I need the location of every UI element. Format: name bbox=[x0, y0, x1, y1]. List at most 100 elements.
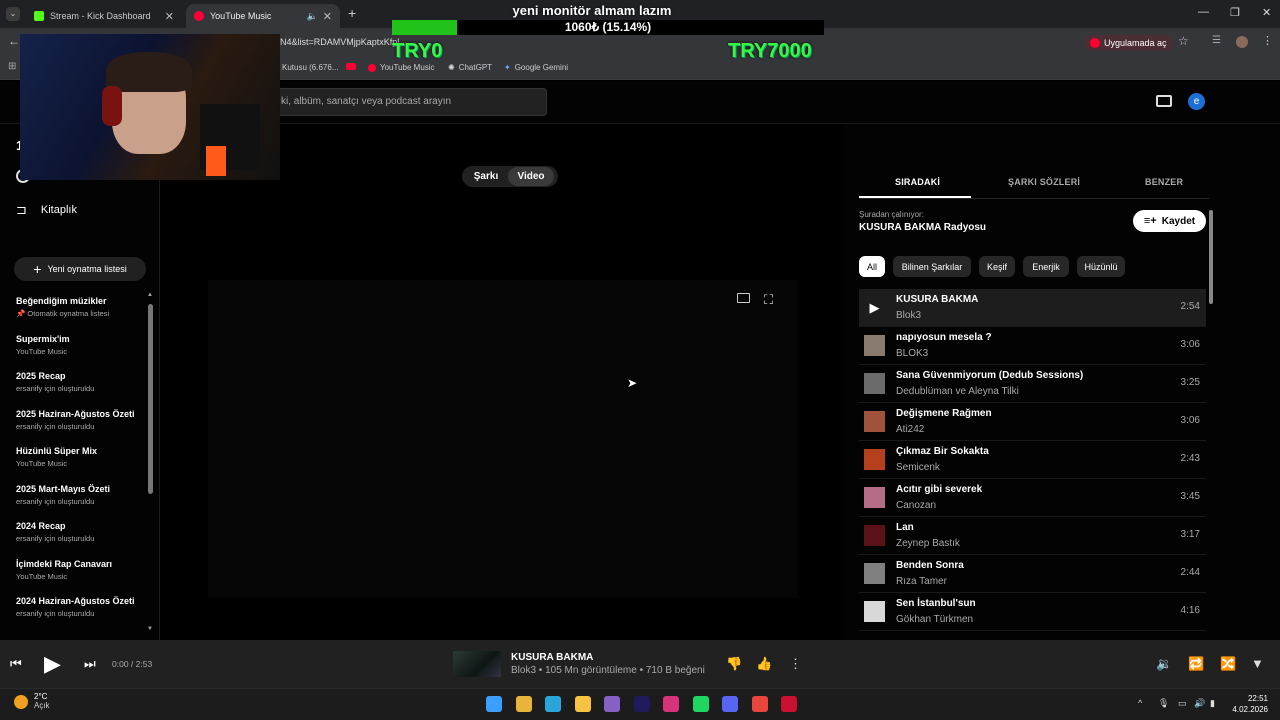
bookmark-star-icon[interactable]: ☆ bbox=[1178, 34, 1189, 48]
scroll-up-icon[interactable]: ▲ bbox=[147, 292, 153, 298]
sidebar-scrollbar[interactable] bbox=[148, 304, 153, 494]
playlist-item[interactable]: 2025 Haziran-Ağustos Özeti ersanify için … bbox=[16, 409, 146, 447]
playlist-item[interactable]: 2024 Recap ersanify için oluşturuldu bbox=[16, 521, 146, 559]
volume-icon[interactable]: 🔊 bbox=[1194, 698, 1205, 709]
tab-kick-dashboard[interactable]: Stream - Kick Dashboard ✕ bbox=[26, 4, 182, 28]
store-icon[interactable] bbox=[515, 696, 532, 712]
queue-item[interactable]: Benden Sonra Rıza Tamer 2:44 bbox=[859, 555, 1206, 593]
open-in-app-button[interactable]: Uygulamada aç bbox=[1084, 35, 1173, 51]
windows-start-icon[interactable] bbox=[486, 696, 502, 712]
after-effects-icon[interactable] bbox=[633, 696, 650, 712]
spotify-icon[interactable] bbox=[692, 696, 709, 712]
minimize-button[interactable]: — bbox=[1198, 6, 1209, 18]
chip-discover[interactable]: Keşif bbox=[979, 256, 1015, 277]
play-button[interactable]: ▶ bbox=[44, 651, 61, 677]
weather-widget[interactable]: 2°C Açık bbox=[14, 692, 50, 710]
tab-related[interactable]: BENZER bbox=[1145, 177, 1183, 187]
queue-duration: 3:25 bbox=[1180, 377, 1200, 388]
save-button[interactable]: ≡+ Kaydet bbox=[1133, 210, 1206, 232]
playlist-item[interactable]: 2025 Mart-Mayıs Özeti ersanify için oluşt… bbox=[16, 484, 146, 522]
tray-overflow-icon[interactable]: ^ bbox=[1138, 698, 1142, 708]
bookmark-youtube-music[interactable]: YouTube Music bbox=[368, 63, 435, 72]
instagram-icon[interactable] bbox=[663, 696, 679, 712]
bookmark-youtube[interactable] bbox=[346, 63, 356, 70]
tab-lyrics[interactable]: ŞARKI SÖZLERİ bbox=[1008, 177, 1080, 187]
discord-icon[interactable] bbox=[722, 696, 738, 712]
play-icon[interactable]: ▶ bbox=[864, 297, 885, 318]
apps-grid-icon[interactable]: ⊞ bbox=[8, 61, 16, 72]
queue-item[interactable]: Çıkmaz Bir Sokakta Semicenk 2:43 bbox=[859, 441, 1206, 479]
toggle-song[interactable]: Şarkı bbox=[466, 166, 506, 187]
miniplayer-icon[interactable] bbox=[737, 293, 750, 303]
close-window-button[interactable]: ✕ bbox=[1262, 6, 1271, 19]
chip-energetic[interactable]: Enerjik bbox=[1023, 256, 1069, 277]
more-menu-icon[interactable]: ⋮ bbox=[1262, 34, 1273, 47]
queue-item[interactable]: Lan Zeynep Bastık 3:17 bbox=[859, 517, 1206, 555]
queue-item[interactable]: ▶ KUSURA BAKMA Blok3 2:54 bbox=[859, 289, 1206, 327]
close-tab-icon[interactable]: ✕ bbox=[323, 10, 332, 23]
chrome-icon[interactable] bbox=[751, 696, 768, 712]
new-playlist-button[interactable]: + Yeni oynatma listesi bbox=[14, 257, 146, 281]
more-options-icon[interactable]: ⋮ bbox=[789, 656, 802, 672]
bookmark-gemini[interactable]: ✦ Google Gemini bbox=[504, 63, 568, 72]
playlist-item[interactable]: İçimdeki Rap Canavarı YouTube Music bbox=[16, 559, 146, 597]
tab-youtube-music[interactable]: YouTube Music 🔈 ✕ bbox=[186, 4, 340, 28]
volume-icon[interactable]: 🔉 bbox=[1156, 656, 1172, 672]
network-icon[interactable]: ▭ bbox=[1178, 698, 1187, 709]
queue-item[interactable]: Değişmene Rağmen Ati242 3:06 bbox=[859, 403, 1206, 441]
fullscreen-icon[interactable]: ⛶ bbox=[764, 292, 773, 308]
taskbar-clock[interactable]: 22:51 4.02.2026 bbox=[1232, 693, 1268, 715]
playlist-item[interactable]: Supermix'im YouTube Music bbox=[16, 334, 146, 372]
queue-artist: Ati242 bbox=[896, 424, 925, 435]
explorer-icon[interactable] bbox=[574, 696, 591, 712]
battery-icon[interactable]: ▮ bbox=[1210, 698, 1215, 709]
sidebar-item-library[interactable]: ⊐ Kitaplık bbox=[16, 202, 77, 218]
microphone-icon[interactable]: 🎙 bbox=[1158, 698, 1169, 709]
playlist-item[interactable]: Hüzünlü Süper Mix YouTube Music bbox=[16, 446, 146, 484]
url-field[interactable]: N4&list=RDAMVMjpKaptxKfpl bbox=[280, 37, 399, 47]
playlist-item[interactable]: Beğendiğim müzikler 📌 Otomatik oynatma li… bbox=[16, 296, 146, 334]
queue-item[interactable]: Sana Güvenmiyorum (Dedub Sessions) Dedub… bbox=[859, 365, 1206, 403]
expand-player-icon[interactable]: ▼ bbox=[1251, 656, 1264, 671]
new-tab-button[interactable]: + bbox=[348, 5, 356, 21]
now-playing-title[interactable]: KUSURA BAKMA bbox=[511, 652, 593, 663]
playlist-item[interactable]: 2025 Recap ersanify için oluşturuldu bbox=[16, 371, 146, 409]
cast-icon[interactable] bbox=[1156, 95, 1172, 107]
visual-studio-icon[interactable] bbox=[604, 696, 620, 712]
queue-item[interactable]: Acıtır gibi severek Canozan 3:45 bbox=[859, 479, 1206, 517]
queue-thumbnail bbox=[864, 487, 885, 508]
like-icon[interactable]: 👍 bbox=[756, 656, 772, 672]
edge-icon[interactable] bbox=[545, 696, 561, 712]
repeat-icon[interactable]: 🔁 bbox=[1188, 656, 1204, 672]
chip-all[interactable]: All bbox=[859, 256, 885, 277]
tab-up-next[interactable]: SIRADAKİ bbox=[895, 177, 940, 187]
bookmark-kutusu[interactable]: Kutusu (6.676... bbox=[282, 63, 338, 72]
video-area[interactable] bbox=[208, 280, 798, 598]
toggle-video[interactable]: Video bbox=[508, 167, 554, 186]
dislike-icon[interactable]: 👎 bbox=[726, 656, 742, 672]
maximize-button[interactable]: ❐ bbox=[1230, 6, 1240, 19]
playlist-item[interactable]: 2024 Haziran-Ağustos Özeti ersanify için … bbox=[16, 596, 146, 634]
playing-from-name[interactable]: KUSURA BAKMA Radyosu bbox=[859, 222, 986, 233]
next-button[interactable]: ⏭ bbox=[84, 656, 96, 672]
chip-sad[interactable]: Hüzünlü bbox=[1077, 256, 1125, 277]
shuffle-icon[interactable]: 🔀 bbox=[1220, 656, 1236, 672]
search-input[interactable]: ki, albüm, sanatçı veya podcast arayın bbox=[272, 88, 547, 116]
now-playing-thumbnail[interactable] bbox=[453, 651, 501, 677]
reading-list-icon[interactable]: ☰ bbox=[1212, 35, 1221, 46]
close-tab-icon[interactable]: ✕ bbox=[165, 10, 174, 23]
tab-search-button[interactable]: ⌄ bbox=[6, 7, 20, 21]
profile-avatar[interactable] bbox=[1236, 36, 1248, 48]
queue-item[interactable]: Sen İstanbul'sun Gökhan Türkmen 4:16 bbox=[859, 593, 1206, 631]
back-arrow-icon[interactable]: ← bbox=[8, 34, 20, 48]
bookmark-chatgpt[interactable]: ✺ ChatGPT bbox=[448, 63, 492, 72]
queue-scrollbar[interactable] bbox=[1209, 210, 1213, 304]
previous-button[interactable]: ⏮ bbox=[10, 656, 22, 672]
queue-item[interactable]: napıyosun mesela ? BLOK3 3:06 bbox=[859, 327, 1206, 365]
active-tab-indicator bbox=[859, 196, 971, 198]
audio-playing-icon[interactable]: 🔈 bbox=[307, 11, 318, 22]
app-red-icon[interactable] bbox=[781, 696, 797, 712]
account-avatar[interactable]: e bbox=[1188, 93, 1205, 110]
scroll-down-icon[interactable]: ▼ bbox=[147, 626, 153, 632]
chip-familiar[interactable]: Bilinen Şarkılar bbox=[893, 256, 971, 277]
